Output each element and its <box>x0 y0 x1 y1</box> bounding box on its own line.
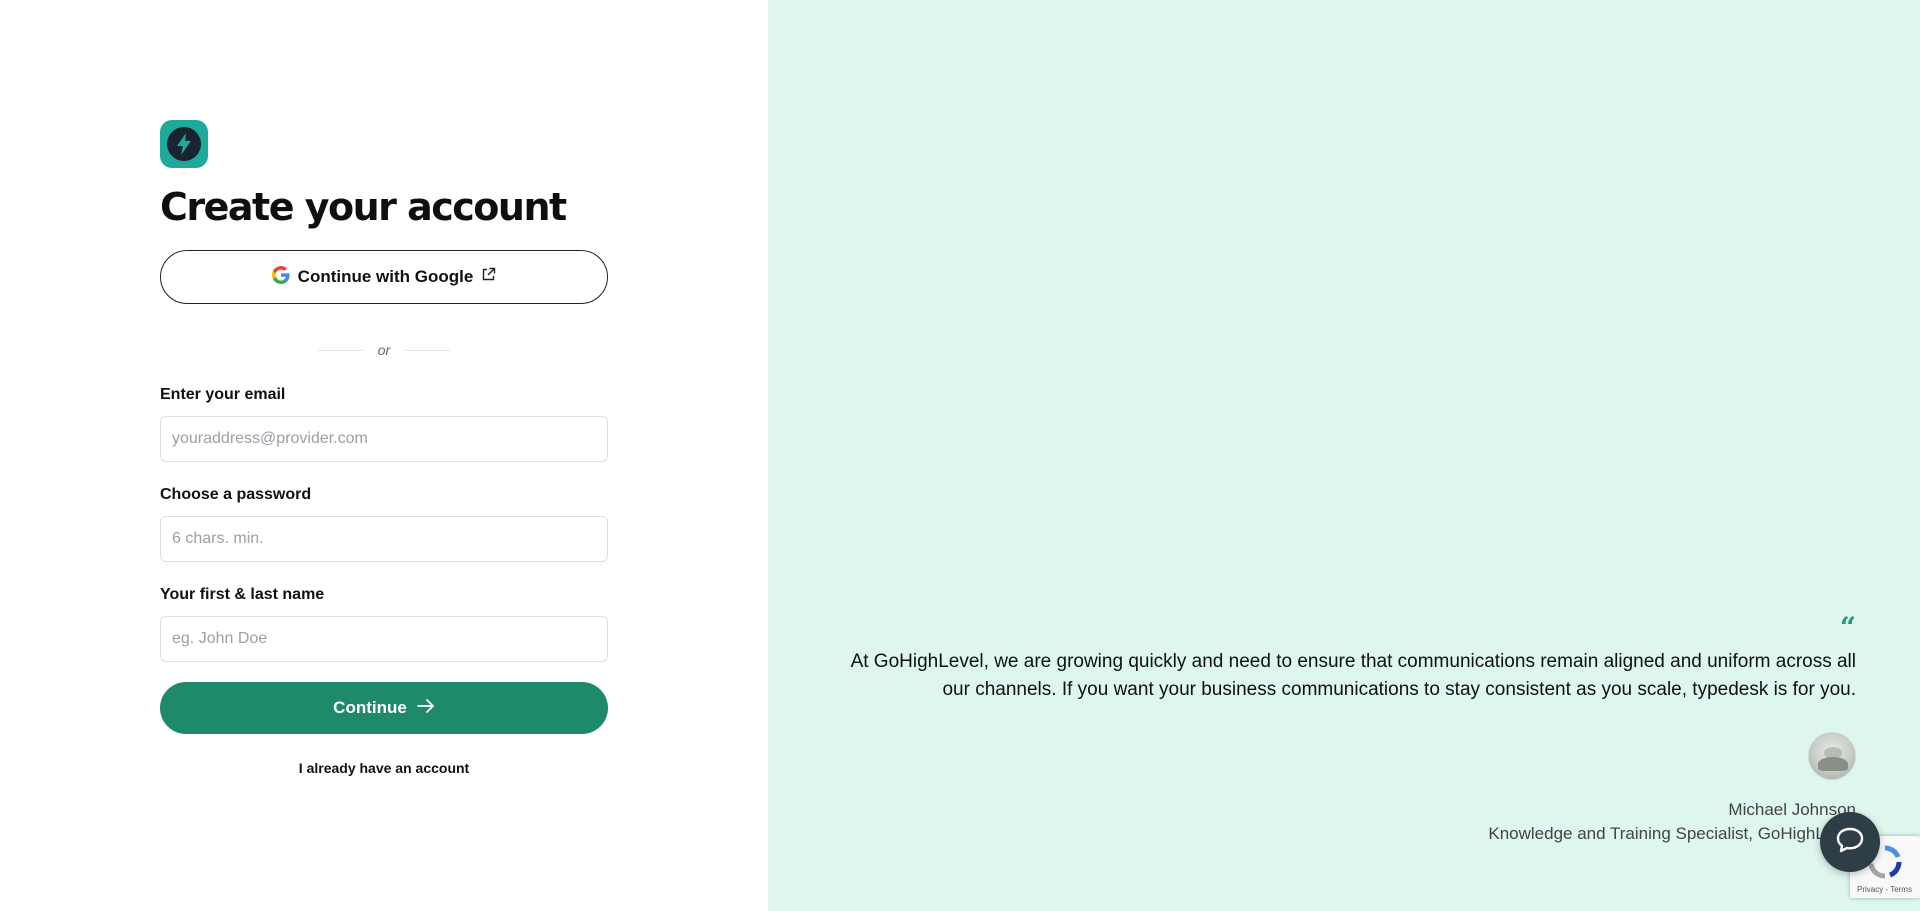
divider-line-left <box>317 349 364 351</box>
full-name-input[interactable] <box>160 616 608 662</box>
testimonial: “ At GoHighLevel, we are growing quickly… <box>816 611 1856 843</box>
page-title: Create your account <box>160 185 567 229</box>
continue-with-google-button[interactable]: Continue with Google <box>160 250 608 304</box>
continue-button-label: Continue <box>333 698 407 717</box>
avatar-detail <box>1818 757 1848 771</box>
password-input[interactable] <box>160 516 608 562</box>
chat-bubble-icon <box>1835 826 1865 859</box>
or-divider: or <box>160 342 608 358</box>
app-logo <box>160 120 208 168</box>
quote-line-1: At GoHighLevel, we are growing quickly a… <box>850 651 1856 672</box>
continue-button[interactable]: Continue <box>160 682 608 734</box>
name-field-group: Your first & last name <box>160 586 608 662</box>
google-button-label: Continue with Google <box>297 267 474 286</box>
signup-panel: Create your account Continue with Google <box>0 0 768 911</box>
email-field-group: Enter your email <box>160 386 608 462</box>
testimonial-panel: “ At GoHighLevel, we are growing quickly… <box>768 0 1920 911</box>
password-field-group: Choose a password <box>160 486 608 562</box>
recaptcha-links[interactable]: Privacy - Terms <box>1857 885 1912 894</box>
bolt-icon <box>167 127 201 161</box>
chat-launcher-button[interactable] <box>1820 812 1880 872</box>
arrow-right-icon <box>416 698 435 718</box>
quote-mark-icon: “ <box>1839 611 1856 644</box>
google-g-icon <box>271 265 290 289</box>
name-label: Your first & last name <box>160 586 325 603</box>
author-role: Knowledge and Training Specialist, GoHig… <box>1488 824 1856 843</box>
divider-line-right <box>404 349 451 351</box>
already-have-account-link[interactable]: I already have an account <box>160 760 608 776</box>
signup-form: Create your account Continue with Google <box>160 120 608 776</box>
email-label: Enter your email <box>160 386 286 403</box>
quote-line-2: our channels. If you want your business … <box>942 679 1856 700</box>
email-input[interactable] <box>160 416 608 462</box>
external-link-icon <box>481 267 496 287</box>
password-label: Choose a password <box>160 486 312 503</box>
divider-text: or <box>377 342 391 358</box>
author-avatar <box>1808 732 1856 780</box>
testimonial-quote: At GoHighLevel, we are growing quickly a… <box>816 648 1856 704</box>
